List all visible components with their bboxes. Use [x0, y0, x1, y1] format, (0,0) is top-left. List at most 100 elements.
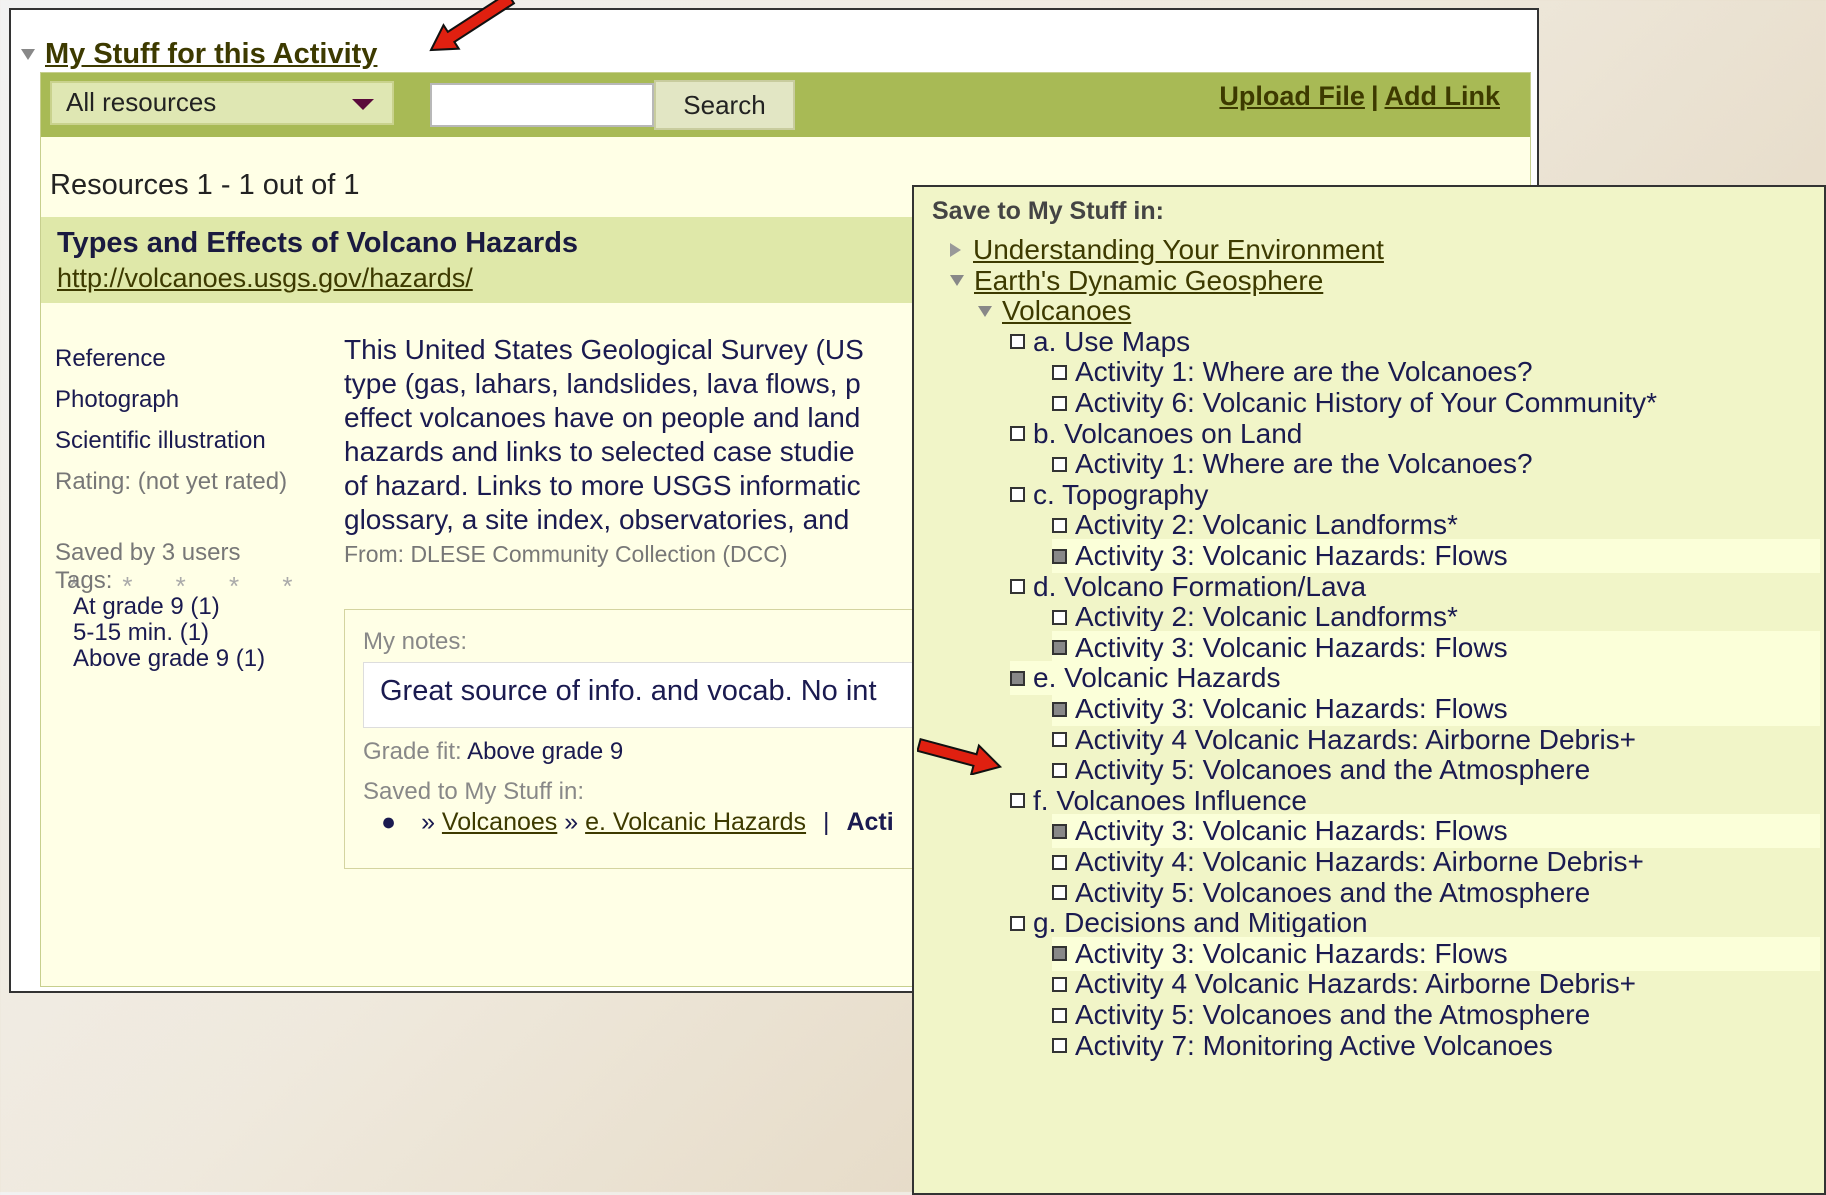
link-separator: | — [1370, 81, 1379, 111]
tree-item-label: Activity 3: Volcanic Hazards: Flows — [1075, 631, 1508, 663]
add-link-link[interactable]: Add Link — [1385, 81, 1501, 111]
expand-triangle-icon[interactable] — [950, 243, 961, 257]
collapse-triangle-icon[interactable] — [21, 48, 35, 60]
path-volcanoes-link[interactable]: Volcanoes — [442, 808, 557, 836]
checkbox[interactable] — [1052, 701, 1067, 717]
checkbox[interactable] — [1052, 364, 1067, 380]
resource-filter-value: All resources — [66, 87, 217, 117]
tag-item[interactable]: 5-15 min. (1) — [73, 619, 209, 647]
tree-item-label: e. Volcanic Hazards — [1033, 662, 1281, 694]
tree-item[interactable]: d. Volcano Formation/Lava — [1010, 570, 1366, 604]
tree-item[interactable]: b. Volcanoes on Land — [1010, 417, 1302, 451]
checkbox[interactable] — [1010, 670, 1025, 686]
tree-item-label[interactable]: Earth's Dynamic Geosphere — [974, 265, 1323, 297]
tag-item[interactable]: Above grade 9 (1) — [73, 645, 265, 673]
tree-item[interactable]: Volcanoes — [978, 294, 1131, 328]
checkbox[interactable] — [1052, 946, 1067, 962]
checkbox[interactable] — [1052, 609, 1067, 625]
result-titlebar: Types and Effects of Volcano Hazards htt… — [41, 217, 931, 303]
checkbox[interactable] — [1052, 885, 1067, 901]
checkbox[interactable] — [1052, 548, 1067, 564]
path-tail: Acti — [846, 808, 894, 836]
tree-item[interactable]: g. Decisions and Mitigation — [1010, 906, 1368, 940]
tree-item[interactable]: Activity 5: Volcanoes and the Atmosphere — [1052, 998, 1590, 1032]
tree-item-label: Activity 6: Volcanic History of Your Com… — [1075, 387, 1658, 418]
tree-item[interactable]: Activity 5: Volcanoes and the Atmosphere — [1052, 753, 1590, 787]
checkbox[interactable] — [1052, 456, 1067, 472]
checkbox[interactable] — [1052, 395, 1067, 411]
checkbox[interactable] — [1052, 732, 1067, 748]
tree-item[interactable]: Activity 7: Monitoring Active Volcanoes — [1052, 1029, 1553, 1063]
checkbox[interactable] — [1010, 579, 1025, 595]
tree-item[interactable]: a. Use Maps — [1010, 325, 1190, 359]
tree-item-label: Activity 3: Volcanic Hazards: Flows — [1075, 815, 1508, 847]
tree-item-label: b. Volcanoes on Land — [1033, 417, 1303, 449]
result-description: This United States Geological Survey (US… — [344, 334, 864, 535]
tree-item[interactable]: Activity 1: Where are the Volcanoes? — [1052, 447, 1533, 481]
path-pipe: | — [823, 808, 830, 836]
path-hazards-link[interactable]: e. Volcanic Hazards — [585, 808, 806, 836]
notes-label: My notes: — [363, 628, 468, 655]
tree-item[interactable]: Earth's Dynamic Geosphere — [950, 264, 1323, 298]
checkbox[interactable] — [1010, 334, 1025, 350]
tree-item[interactable]: Activity 2: Volcanic Landforms* — [1052, 600, 1458, 634]
popup-title: Save to My Stuff in: — [932, 197, 1164, 225]
page-title-link[interactable]: My Stuff for this Activity — [45, 38, 377, 71]
upload-file-link[interactable]: Upload File — [1219, 81, 1365, 111]
tree-item[interactable]: e. Volcanic Hazards — [1010, 661, 1820, 696]
checkbox[interactable] — [1010, 426, 1025, 442]
saved-to-label: Saved to My Stuff in: — [363, 778, 585, 805]
checkbox[interactable] — [1052, 762, 1067, 778]
tree-item[interactable]: f. Volcanoes Influence — [1010, 784, 1307, 818]
checkbox[interactable] — [1052, 640, 1067, 656]
tree-item[interactable]: Activity 4 Volcanic Hazards: Airborne De… — [1052, 723, 1636, 757]
tree-item[interactable]: Activity 3: Volcanic Hazards: Flows — [1052, 936, 1820, 971]
tree-item-label: Activity 2: Volcanic Landforms* — [1075, 601, 1458, 633]
tree-item-label: Activity 1: Where are the Volcanoes? — [1075, 448, 1533, 480]
annotation-arrow-icon — [917, 737, 1003, 775]
tree-item-label: Activity 4: Volcanic Hazards: Airborne D… — [1075, 846, 1644, 877]
checkbox[interactable] — [1052, 854, 1067, 870]
tree-item[interactable]: Activity 3: Volcanic Hazards: Flows — [1052, 539, 1820, 573]
checkbox[interactable] — [1052, 976, 1067, 992]
tree-item[interactable]: Activity 2: Volcanic Landforms* — [1052, 508, 1458, 542]
checkbox[interactable] — [1052, 1038, 1067, 1054]
tree-item-label: Activity 3: Volcanic Hazards: Flows — [1075, 937, 1508, 969]
checkbox[interactable] — [1010, 915, 1025, 931]
saved-by-count: Saved by 3 users — [55, 539, 241, 566]
resource-type-illustration: Scientific illustration — [55, 427, 266, 454]
notes-box: My notes: Great source of info. and voca… — [344, 609, 963, 869]
collapse-triangle-icon[interactable] — [978, 305, 992, 317]
search-button[interactable]: Search — [654, 80, 795, 130]
collapse-triangle-icon[interactable] — [950, 275, 964, 287]
checkbox[interactable] — [1052, 823, 1067, 839]
tree-item-label: d. Volcano Formation/Lava — [1033, 570, 1367, 602]
tree-item[interactable]: Activity 3: Volcanic Hazards: Flows — [1052, 630, 1820, 665]
resource-type-reference: Reference — [55, 345, 166, 372]
tree-item[interactable]: Activity 4: Volcanic Hazards: Airborne D… — [1052, 845, 1644, 879]
tree-item[interactable]: Activity 6: Volcanic History of Your Com… — [1052, 386, 1657, 420]
resource-filter-select[interactable]: All resources — [50, 81, 394, 125]
tree-item-label[interactable]: Understanding Your Environment — [973, 234, 1384, 266]
tree-item-label: Activity 5: Volcanoes and the Atmosphere — [1075, 876, 1591, 908]
result-url-link[interactable]: http://volcanoes.usgs.gov/hazards/ — [57, 263, 473, 294]
tree-item[interactable]: Activity 3: Volcanic Hazards: Flows — [1052, 692, 1820, 726]
checkbox[interactable] — [1010, 793, 1025, 809]
checkbox[interactable] — [1010, 487, 1025, 503]
checkbox[interactable] — [1052, 517, 1067, 533]
tree-item[interactable]: Activity 1: Where are the Volcanoes? — [1052, 355, 1533, 389]
notes-text: Great source of info. and vocab. No int — [380, 675, 877, 707]
tag-item[interactable]: At grade 9 (1) — [73, 593, 220, 621]
checkbox[interactable] — [1052, 1007, 1067, 1023]
tree-item[interactable]: Activity 4 Volcanic Hazards: Airborne De… — [1052, 967, 1636, 1001]
notes-field[interactable]: Great source of info. and vocab. No int — [363, 662, 963, 728]
tree-item[interactable]: Understanding Your Environment — [950, 233, 1384, 267]
toolbar-links: Upload File | Add Link — [1219, 81, 1500, 112]
tree-item[interactable]: Activity 5: Volcanoes and the Atmosphere — [1052, 876, 1590, 910]
tree-item[interactable]: c. Topography — [1010, 478, 1208, 512]
tree-item-label: Activity 7: Monitoring Active Volcanoes — [1075, 1029, 1553, 1061]
tree-item[interactable]: Activity 3: Volcanic Hazards: Flows — [1052, 814, 1820, 849]
search-input[interactable] — [430, 83, 654, 127]
tree-item-label[interactable]: Volcanoes — [1002, 295, 1131, 327]
tree-item-label: Activity 1: Where are the Volcanoes? — [1075, 356, 1533, 388]
